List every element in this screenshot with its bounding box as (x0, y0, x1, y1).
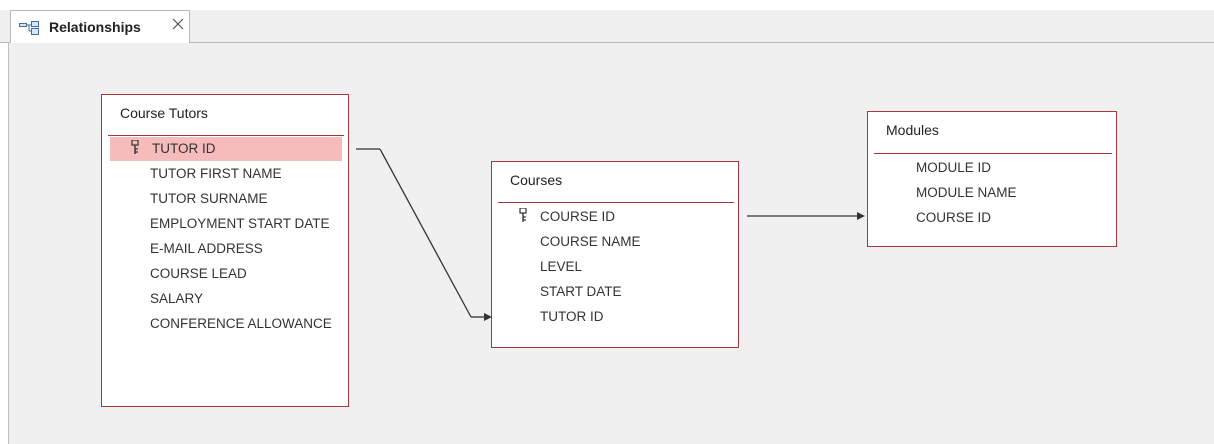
field-name: COURSE ID (916, 210, 992, 225)
field-name: START DATE (540, 284, 622, 299)
field-course-id-fk[interactable]: COURSE ID (874, 206, 1110, 230)
close-icon[interactable] (171, 17, 185, 31)
field-tutor-id[interactable]: TUTOR ID (110, 137, 342, 161)
table-title-divider (874, 153, 1112, 154)
field-name: TUTOR ID (152, 141, 216, 156)
field-conference-allowance[interactable]: CONFERENCE ALLOWANCE (108, 312, 342, 336)
field-name: MODULE ID (916, 160, 992, 175)
field-name: EMPLOYMENT START DATE (150, 216, 330, 231)
field-name: COURSE ID (540, 209, 616, 224)
document-tab-bar: Relationships (0, 10, 1214, 44)
table-title: Course Tutors (120, 105, 208, 121)
table-title-divider (498, 202, 734, 203)
table-modules[interactable]: Modules MODULE ID MODULE NAME COURSE ID (867, 111, 1117, 247)
table-courses[interactable]: Courses COURSE ID COURSE NAME LEVEL STAR… (491, 161, 739, 348)
field-tutor-first-name[interactable]: TUTOR FIRST NAME (108, 162, 342, 186)
field-name: TUTOR SURNAME (150, 191, 268, 206)
field-name: E-MAIL ADDRESS (150, 241, 263, 256)
field-name: LEVEL (540, 259, 583, 274)
table-title-divider (108, 135, 344, 136)
field-email-address[interactable]: E-MAIL ADDRESS (108, 237, 342, 261)
primary-key-icon (519, 208, 527, 222)
primary-key-icon (131, 140, 139, 154)
tab-relationships[interactable]: Relationships (10, 10, 190, 44)
field-name: MODULE NAME (916, 185, 1017, 200)
field-course-lead[interactable]: COURSE LEAD (108, 262, 342, 286)
field-module-name[interactable]: MODULE NAME (874, 181, 1110, 205)
field-tutor-surname[interactable]: TUTOR SURNAME (108, 187, 342, 211)
field-name: SALARY (150, 291, 204, 306)
table-course-tutors[interactable]: Course Tutors TUTOR ID TUTOR FIRST NAME … (101, 94, 349, 407)
top-strip (0, 0, 1214, 10)
table-title: Courses (510, 172, 563, 188)
field-name: CONFERENCE ALLOWANCE (150, 316, 332, 331)
table-title: Modules (886, 122, 939, 138)
field-start-date[interactable]: START DATE (498, 280, 732, 304)
field-name: TUTOR ID (540, 309, 604, 324)
relationship-line-course[interactable] (747, 212, 865, 220)
field-tutor-id-fk[interactable]: TUTOR ID (498, 305, 732, 329)
field-level[interactable]: LEVEL (498, 255, 732, 279)
field-module-id[interactable]: MODULE ID (874, 156, 1110, 180)
field-salary[interactable]: SALARY (108, 287, 342, 311)
relationships-canvas[interactable]: Course Tutors TUTOR ID TUTOR FIRST NAME … (8, 43, 1214, 444)
field-name: COURSE NAME (540, 234, 641, 249)
relationships-icon (19, 21, 39, 35)
field-name: TUTOR FIRST NAME (150, 166, 282, 181)
field-employment-start-date[interactable]: EMPLOYMENT START DATE (108, 212, 342, 236)
field-course-name[interactable]: COURSE NAME (498, 230, 732, 254)
relationship-line-tutor[interactable] (356, 148, 492, 321)
field-course-id[interactable]: COURSE ID (498, 205, 732, 229)
tab-label: Relationships (49, 19, 141, 35)
field-name: COURSE LEAD (150, 266, 247, 281)
